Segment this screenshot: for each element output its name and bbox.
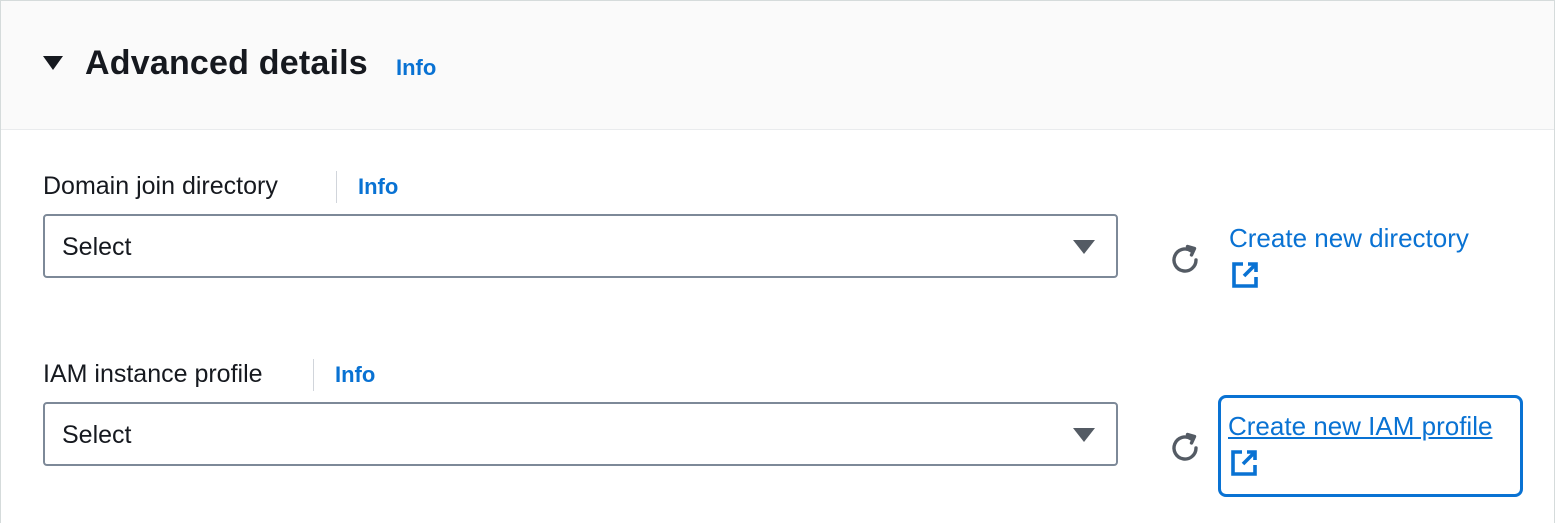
refresh-icon [1172, 244, 1198, 273]
iam-instance-profile-info-link[interactable]: Info [335, 361, 375, 389]
section-title: Advanced details [85, 44, 368, 82]
domain-join-directory-select[interactable]: Select [43, 214, 1118, 278]
create-new-directory-link[interactable]: Create new directory [1229, 221, 1469, 291]
dropdown-arrow-icon [1073, 240, 1095, 254]
label-divider [336, 171, 337, 203]
create-new-iam-profile-link[interactable]: Create new IAM profile [1218, 395, 1523, 497]
refresh-directories-button[interactable] [1165, 240, 1205, 280]
domain-join-directory-info-link[interactable]: Info [358, 173, 398, 201]
refresh-iam-profiles-button[interactable] [1165, 428, 1205, 468]
refresh-icon [1172, 432, 1198, 461]
advanced-details-header[interactable]: Advanced details Info [1, 1, 1554, 130]
create-new-directory-label: Create new directory [1229, 223, 1469, 253]
caret-down-icon[interactable] [43, 56, 63, 70]
select-value: Select [62, 421, 132, 449]
dropdown-arrow-icon [1073, 428, 1095, 442]
create-new-iam-profile-label: Create new IAM profile [1228, 411, 1493, 441]
external-link-icon [1231, 450, 1257, 476]
select-value: Select [62, 233, 132, 261]
iam-instance-profile-label: IAM instance profile [43, 360, 263, 388]
section-info-link[interactable]: Info [396, 54, 436, 82]
domain-join-directory-label: Domain join directory [43, 172, 278, 200]
iam-instance-profile-select[interactable]: Select [43, 402, 1118, 466]
label-divider [313, 359, 314, 391]
external-link-icon [1232, 262, 1258, 288]
advanced-details-panel: Advanced details Info Domain join direct… [0, 0, 1555, 523]
